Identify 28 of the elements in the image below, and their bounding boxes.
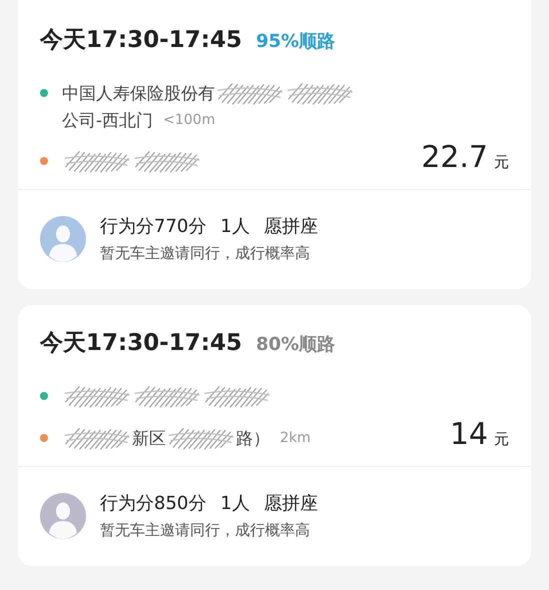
passenger-count: 1人 — [220, 492, 250, 515]
trip-card[interactable]: 今天17:30-17:45 80%顺路 新区 路） 2km 14 元 行为分850分 1人 愿拼座 暂无车主邀请同行，成行概率高 — [18, 305, 531, 566]
time-range: 今天17:30-17:45 — [40, 26, 242, 55]
price-value: 22.7 — [421, 140, 488, 175]
address-text: 新区 — [132, 428, 166, 450]
distance-text: 2km — [280, 430, 311, 446]
behavior-score: 行为分850分 — [100, 492, 206, 515]
address-text: 路） — [236, 428, 270, 450]
end-dot-icon — [40, 434, 48, 442]
start-dot-icon — [40, 89, 48, 97]
carpool-label: 愿拼座 — [264, 215, 318, 238]
status-note: 暂无车主邀请同行，成行概率高 — [100, 521, 311, 540]
price-value: 14 — [450, 417, 488, 452]
address-text: 公司-西北门 — [62, 110, 154, 132]
match-rate: 95%顺路 — [256, 30, 336, 53]
passenger-count: 1人 — [220, 215, 250, 238]
distance-text: <100m — [163, 112, 216, 128]
start-dot-icon — [40, 392, 48, 400]
end-dot-icon — [40, 157, 48, 165]
status-note: 暂无车主邀请同行，成行概率高 — [100, 244, 311, 263]
carpool-label: 愿拼座 — [264, 492, 318, 515]
time-range: 今天17:30-17:45 — [40, 329, 242, 358]
address-text: 中国人寿保险股份有 — [62, 82, 215, 104]
trip-card[interactable]: 今天17:30-17:45 95%顺路 中国人寿保险股份有 公司-西北门 <100m 22.7 元 行为分770分 1人 愿拼座 暂无车主邀请同行，成行概率高 — [18, 0, 531, 289]
price-unit: 元 — [494, 153, 509, 172]
price-unit: 元 — [494, 430, 509, 449]
match-rate: 80%顺路 — [256, 333, 336, 356]
behavior-score: 行为分770分 — [100, 215, 206, 238]
